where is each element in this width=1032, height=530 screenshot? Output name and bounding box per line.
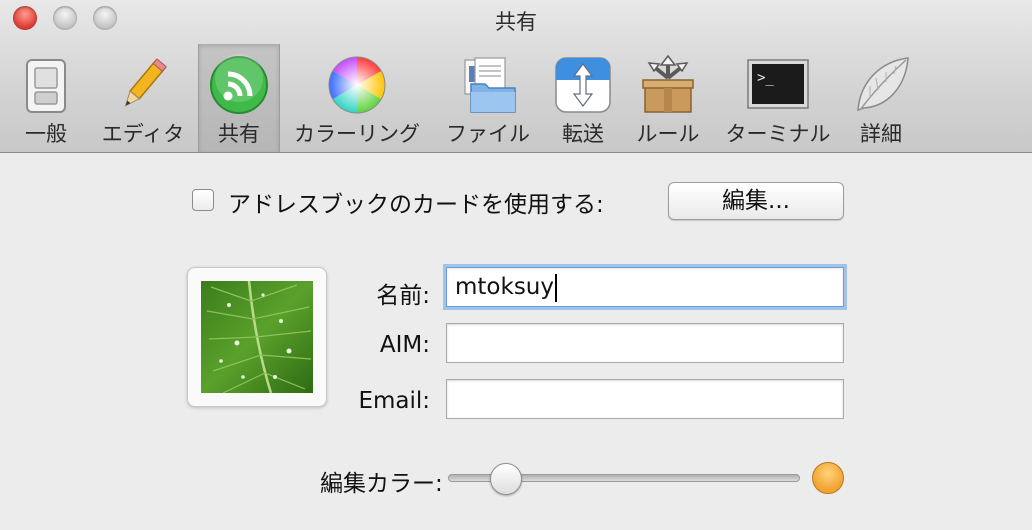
toolbar-item-label: ターミナル	[725, 122, 831, 146]
window-title: 共有	[495, 10, 537, 34]
email-field[interactable]	[446, 379, 844, 419]
toolbar-item-label: ルール	[636, 122, 700, 146]
transfer-icon	[552, 54, 614, 116]
toolbar-item-general[interactable]: 一般	[8, 44, 84, 152]
toolbar-item-label: ファイル	[446, 122, 530, 146]
leaf-photo	[201, 281, 313, 393]
toolbar-item-label: 一般	[25, 122, 67, 146]
title-toolbar: 共有 一般 エディタ 共有 カラーリング ファイル 転送 ルール >_ ターミナ…	[0, 0, 1032, 153]
toolbar-item-coloring[interactable]: カラーリング	[284, 44, 430, 152]
aim-label: AIM:	[379, 332, 430, 358]
address-book-checkbox[interactable]	[192, 189, 214, 211]
toolbar-item-transfer[interactable]: 転送	[548, 44, 618, 152]
edit-card-button[interactable]: 編集...	[668, 182, 844, 220]
toolbar-item-label: カラーリング	[294, 122, 420, 146]
toolbar-item-label: 転送	[562, 122, 604, 146]
user-photo-well[interactable]	[187, 267, 327, 407]
pencil-icon	[112, 54, 174, 116]
toolbar-item-label: 詳細	[860, 122, 902, 146]
name-value: mtoksuy	[455, 274, 554, 300]
svg-text:>_: >_	[757, 70, 774, 86]
color-swatch	[812, 462, 844, 494]
toolbar-item-label: 共有	[218, 122, 260, 146]
name-field[interactable]: mtoksuy	[446, 267, 844, 307]
color-label: 編集カラー:	[320, 471, 443, 497]
toolbar-item-label: エディタ	[101, 122, 185, 146]
address-book-checkbox-label: アドレスブックのカードを使用する:	[228, 192, 604, 218]
aim-field[interactable]	[446, 323, 844, 363]
color-wheel-icon	[326, 54, 388, 116]
toolbar-item-terminal[interactable]: >_ ターミナル	[716, 44, 840, 152]
share-icon	[208, 54, 270, 116]
folder-icon	[457, 54, 519, 116]
text-caret	[555, 273, 557, 302]
terminal-icon: >_	[747, 54, 809, 116]
name-label: 名前:	[376, 283, 430, 309]
toolbar-item-files[interactable]: ファイル	[438, 44, 538, 152]
email-label: Email:	[358, 388, 430, 414]
toolbar-item-editor[interactable]: エディタ	[94, 44, 192, 152]
leaf-icon	[850, 54, 912, 116]
rules-box-icon	[637, 54, 699, 116]
preferences-window: 共有 一般 エディタ 共有 カラーリング ファイル 転送 ルール >_ ターミナ…	[0, 0, 1032, 530]
switch-icon	[15, 54, 77, 116]
toolbar-item-rules[interactable]: ルール	[626, 44, 710, 152]
toolbar-item-advanced[interactable]: 詳細	[846, 44, 916, 152]
toolbar-item-sharing[interactable]: 共有	[198, 44, 280, 152]
color-slider-knob[interactable]	[489, 463, 522, 495]
